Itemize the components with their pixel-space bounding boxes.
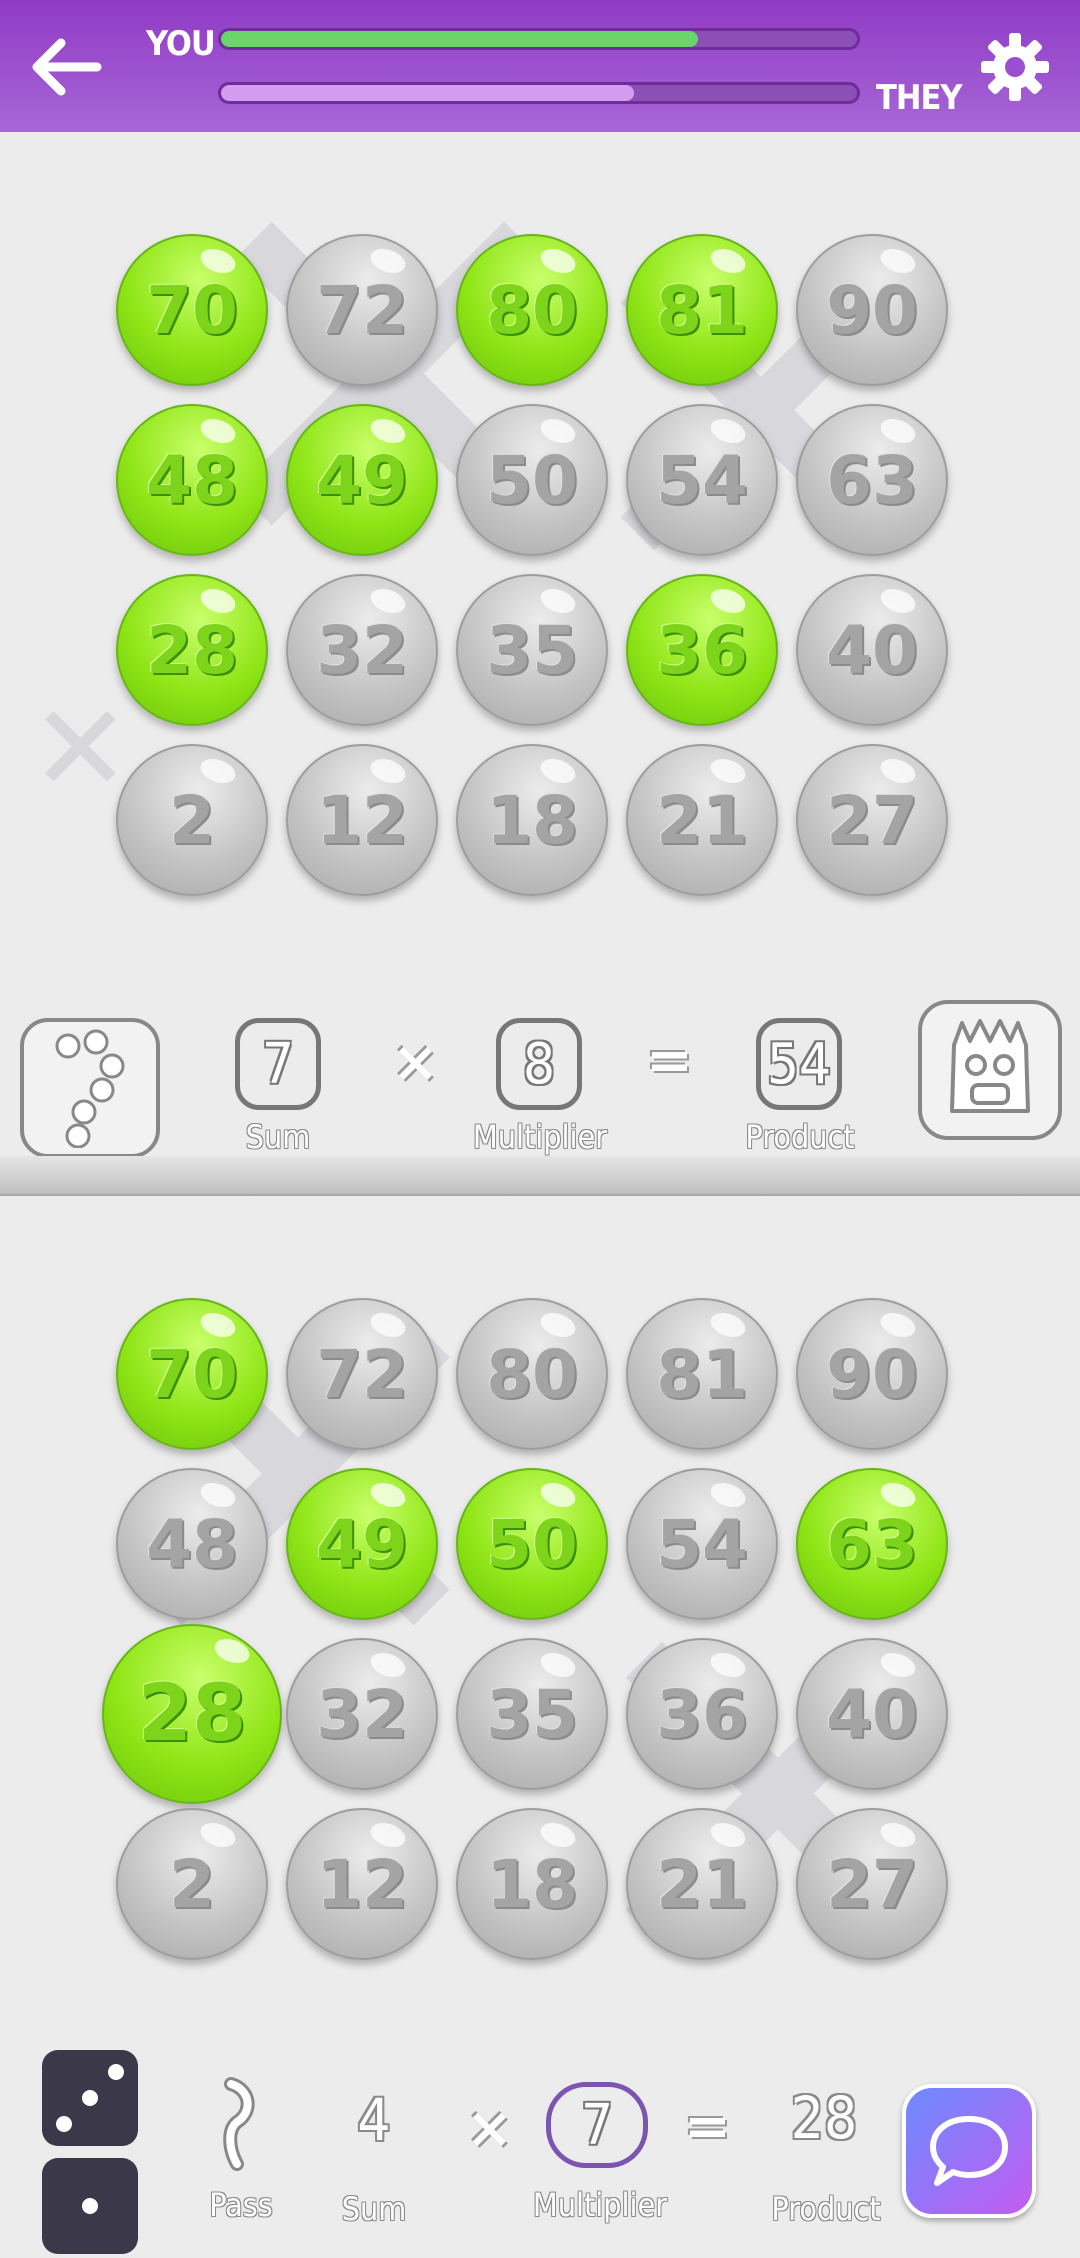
chat-bubble-icon (930, 2116, 1008, 2186)
player-number-ball[interactable]: 28 (102, 1624, 282, 1804)
pass-label: Pass (209, 2186, 273, 2224)
you-label: YOU (146, 24, 216, 64)
opponent-product-box: 54 (756, 1018, 842, 1110)
pass-button[interactable] (206, 2074, 266, 2174)
equals-sign: = (646, 1028, 693, 1093)
panel-divider-line (0, 1194, 1080, 1196)
player-number-ball[interactable]: 72 (286, 1298, 438, 1450)
player-multiplier-label: Multiplier (532, 2186, 668, 2224)
opponent-number-ball: 80 (456, 234, 608, 386)
opponent-number-ball: 35 (456, 574, 608, 726)
they-progress-bar (218, 82, 860, 104)
player-number-ball[interactable]: 54 (626, 1468, 778, 1620)
player-number-ball[interactable]: 80 (456, 1298, 608, 1450)
opponent-product-label: Product (745, 1118, 855, 1156)
equals-sign: = (684, 2094, 731, 2159)
opponent-number-ball: 28 (116, 574, 268, 726)
player-number-ball[interactable]: 90 (796, 1298, 948, 1450)
player-number-ball[interactable]: 40 (796, 1638, 948, 1790)
player-number-ball[interactable]: 12 (286, 1808, 438, 1960)
player-sum-label: Sum (341, 2190, 407, 2228)
opponent-avatar (918, 1000, 1062, 1140)
you-progress-bar (218, 28, 860, 50)
opponent-multiplier-box: 8 (496, 1018, 582, 1110)
they-progress-fill (221, 85, 635, 101)
player-number-ball[interactable]: 49 (286, 1468, 438, 1620)
opponent-number-ball: 49 (286, 404, 438, 556)
back-button[interactable] (22, 22, 112, 112)
gear-icon (981, 33, 1049, 101)
opponent-number-ball: 40 (796, 574, 948, 726)
monster-avatar-icon (950, 1019, 1030, 1113)
dice-pips-icon (55, 1029, 125, 1148)
player-number-ball[interactable]: 27 (796, 1808, 948, 1960)
player-number-ball[interactable]: 50 (456, 1468, 608, 1620)
arrow-left-icon (32, 38, 102, 96)
opponent-number-ball: 18 (456, 744, 608, 896)
opponent-sum-label: Sum (245, 1118, 311, 1156)
top-bar: YOU THEY (0, 0, 1080, 132)
opponent-number-ball: 81 (626, 234, 778, 386)
opponent-number-ball: 72 (286, 234, 438, 386)
player-number-ball[interactable]: 48 (116, 1468, 268, 1620)
player-number-ball[interactable]: 63 (796, 1468, 948, 1620)
opponent-number-ball: 54 (626, 404, 778, 556)
player-number-ball[interactable]: 2 (116, 1808, 268, 1960)
player-product-value: 28 (790, 2084, 858, 2152)
opponent-number-ball: 2 (116, 744, 268, 896)
opponent-number-ball: 36 (626, 574, 778, 726)
player-number-ball[interactable]: 81 (626, 1298, 778, 1450)
opponent-number-ball: 90 (796, 234, 948, 386)
player-product-label: Product (771, 2190, 881, 2228)
opponent-number-ball: 27 (796, 744, 948, 896)
opponent-number-ball: 48 (116, 404, 268, 556)
die-three[interactable] (42, 2050, 138, 2146)
opponent-number-ball: 70 (116, 234, 268, 386)
opponent-number-ball: 50 (456, 404, 608, 556)
opponent-number-ball: 21 (626, 744, 778, 896)
player-number-ball[interactable]: 32 (286, 1638, 438, 1790)
player-number-ball[interactable]: 35 (456, 1638, 608, 1790)
times-sign: × (466, 2096, 513, 2161)
opponent-number-ball: 32 (286, 574, 438, 726)
settings-button[interactable] (970, 22, 1060, 112)
times-sign: × (392, 1030, 439, 1095)
chat-button[interactable] (902, 2084, 1036, 2218)
opponent-number-ball: 63 (796, 404, 948, 556)
opponent-multiplier-label: Multiplier (472, 1118, 608, 1156)
opponent-sum-box: 7 (235, 1018, 321, 1110)
opponent-number-ball: 12 (286, 744, 438, 896)
they-label: THEY (876, 78, 963, 118)
player-sum-value: 4 (357, 2086, 391, 2154)
panel-divider (0, 1156, 1080, 1196)
player-multiplier-box[interactable]: 7 (546, 2082, 648, 2168)
player-number-ball[interactable]: 36 (626, 1638, 778, 1790)
you-progress-fill (221, 31, 698, 47)
opponent-dice-area (20, 1018, 160, 1158)
die-one[interactable] (42, 2158, 138, 2254)
player-number-ball[interactable]: 21 (626, 1808, 778, 1960)
player-number-ball[interactable]: 70 (116, 1298, 268, 1450)
pass-arrow-icon (223, 2077, 255, 2171)
player-number-ball[interactable]: 18 (456, 1808, 608, 1960)
background-x-decoration: ✕ (30, 680, 131, 819)
